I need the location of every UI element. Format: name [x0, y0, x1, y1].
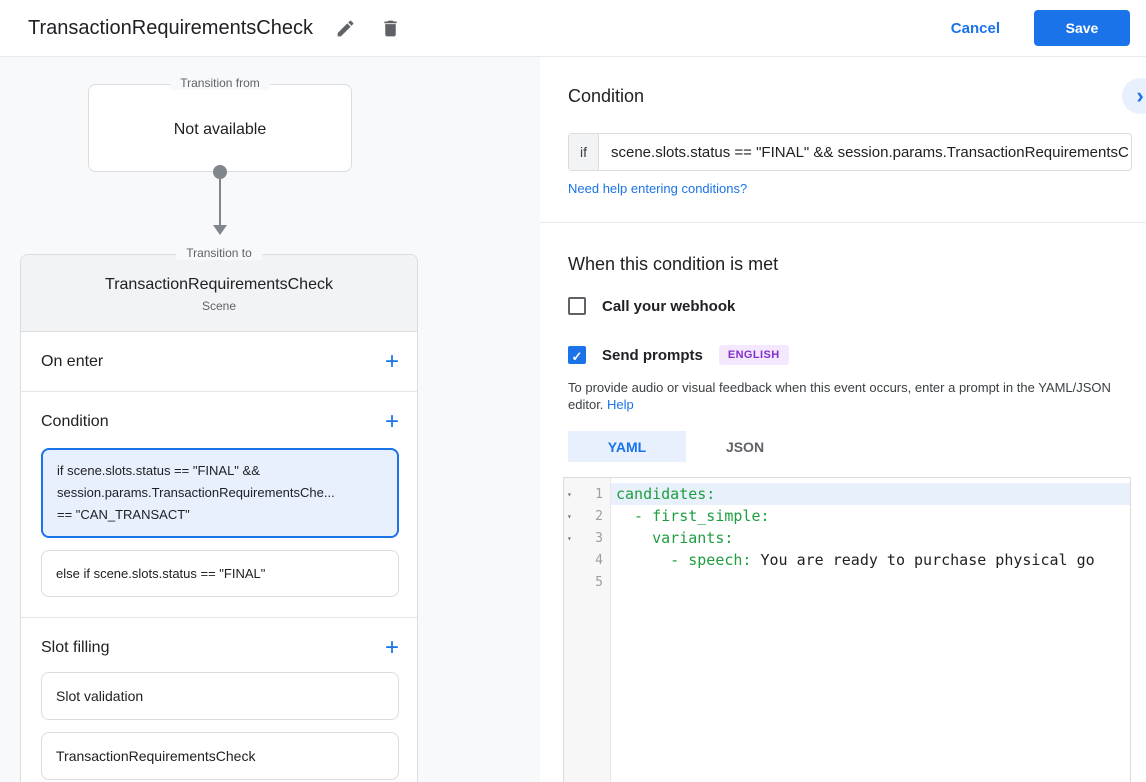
slot-transaction-card[interactable]: TransactionRequirementsCheck: [41, 732, 399, 780]
condition-line: == "CAN_TRANSACT": [57, 507, 190, 522]
trash-icon: [380, 18, 401, 39]
flow-connector-dot: [213, 165, 227, 179]
line-number: 1: [595, 486, 603, 502]
slot-validation-card[interactable]: Slot validation: [41, 672, 399, 720]
slot-card-label: Slot validation: [56, 688, 144, 704]
line-number: 4: [595, 552, 603, 568]
condition-expression-field[interactable]: if scene.slots.status == "FINAL" && sess…: [568, 133, 1132, 171]
webhook-label: Call your webhook: [602, 297, 736, 315]
collapse-panel-button[interactable]: ›: [1122, 78, 1146, 114]
condition-card-else[interactable]: else if scene.slots.status == "FINAL": [41, 550, 399, 597]
conditions-help-link[interactable]: Need help entering conditions?: [568, 181, 747, 196]
cancel-button[interactable]: Cancel: [951, 20, 1000, 37]
transition-from-box: Transition from Not available: [88, 76, 352, 172]
line-number: 5: [595, 574, 603, 590]
code-line: candidates:: [611, 483, 1130, 505]
slot-card-label: TransactionRequirementsCheck: [56, 748, 256, 764]
condition-line: session.params.TransactionRequirementsCh…: [57, 485, 335, 500]
condition-card-selected[interactable]: if scene.slots.status == "FINAL" && sess…: [41, 448, 399, 538]
flow-connector-line: [219, 179, 221, 225]
check-icon: ✓: [571, 349, 583, 364]
flow-arrow-head: [213, 225, 227, 235]
condition-expression-value[interactable]: scene.slots.status == "FINAL" && session…: [599, 134, 1131, 170]
webhook-checkbox[interactable]: [568, 297, 586, 315]
scene-type-label: Scene: [201, 299, 237, 313]
scene-name: TransactionRequirementsCheck: [105, 276, 333, 293]
editor-code-area[interactable]: candidates: - first_simple: variants: - …: [611, 478, 1130, 782]
fold-arrow-icon[interactable]: ▾: [564, 512, 579, 521]
send-prompts-label: Send prompts: [602, 346, 703, 364]
when-met-heading: When this condition is met: [568, 254, 779, 274]
fold-arrow-icon[interactable]: ▾: [564, 490, 579, 499]
plus-icon: +: [384, 408, 399, 435]
pencil-icon: [335, 18, 356, 39]
on-enter-label: On enter: [41, 352, 104, 370]
condition-line: if scene.slots.status == "FINAL" &&: [57, 463, 260, 478]
send-prompts-row: ✓ Send prompts ENGLISH: [568, 345, 789, 365]
page-title: TransactionRequirementsCheck: [28, 16, 313, 39]
help-link[interactable]: Help: [607, 397, 634, 412]
code-line: - speech: You are ready to purchase phys…: [616, 551, 1095, 569]
on-enter-section: On enter +: [21, 332, 417, 392]
slot-filling-section-label: Slot filling: [41, 639, 110, 656]
line-number: 3: [595, 530, 603, 546]
transition-from-value: Not available: [173, 121, 267, 138]
webhook-row: Call your webhook: [568, 297, 735, 315]
save-button[interactable]: Save: [1034, 10, 1130, 46]
edit-title-button[interactable]: [333, 16, 358, 41]
top-bar: TransactionRequirementsCheck Cancel Save: [0, 0, 1146, 57]
yaml-code-editor[interactable]: ▾ 1 ▾ 2 ▾ 3 4 5 candidates: - first_simple:…: [563, 477, 1131, 782]
condition-detail-panel: Condition › if scene.slots.status == "FI…: [540, 57, 1146, 782]
add-slot-filling-button[interactable]: +: [385, 636, 399, 660]
tab-yaml[interactable]: YAML: [568, 431, 686, 462]
scene-card: Transition to TransactionRequirementsChe…: [20, 246, 418, 782]
plus-icon: +: [384, 634, 399, 661]
condition-section-label: Condition: [41, 413, 109, 430]
condition-section: Condition + if scene.slots.status == "FI…: [21, 392, 417, 618]
scene-header[interactable]: TransactionRequirementsCheck Scene: [21, 255, 417, 332]
slot-filling-section: Slot filling + Slot validation Transacti…: [21, 618, 417, 782]
plus-icon: +: [384, 347, 399, 375]
tab-json[interactable]: JSON: [686, 431, 804, 462]
transition-to-legend: Transition to: [176, 246, 262, 260]
section-divider: [540, 222, 1146, 223]
scene-canvas: Transition from Not available Transition…: [0, 57, 540, 782]
line-number: 2: [595, 508, 603, 524]
if-prefix-label: if: [569, 134, 599, 170]
send-prompts-checkbox[interactable]: ✓: [568, 346, 586, 364]
code-line: variants:: [616, 529, 734, 547]
title-group: TransactionRequirementsCheck: [28, 16, 403, 41]
language-badge: ENGLISH: [718, 345, 789, 365]
app-root: TransactionRequirementsCheck Cancel Save…: [0, 0, 1146, 782]
add-condition-button[interactable]: +: [385, 410, 399, 434]
chevron-right-icon: ›: [1136, 83, 1144, 108]
add-on-enter-button[interactable]: +: [384, 347, 399, 375]
editor-tabs: YAML JSON: [568, 431, 804, 462]
condition-line: else if scene.slots.status == "FINAL": [56, 566, 266, 581]
fold-arrow-icon[interactable]: ▾: [564, 534, 579, 543]
transition-from-legend: Transition from: [170, 76, 270, 90]
editor-gutter: ▾ 1 ▾ 2 ▾ 3 4 5: [564, 478, 611, 782]
delete-scene-button[interactable]: [378, 16, 403, 41]
prompts-helper-text: To provide audio or visual feedback when…: [568, 380, 1111, 412]
code-line: - first_simple:: [616, 507, 770, 525]
topbar-actions: Cancel Save: [951, 10, 1130, 46]
condition-heading: Condition: [568, 86, 645, 106]
